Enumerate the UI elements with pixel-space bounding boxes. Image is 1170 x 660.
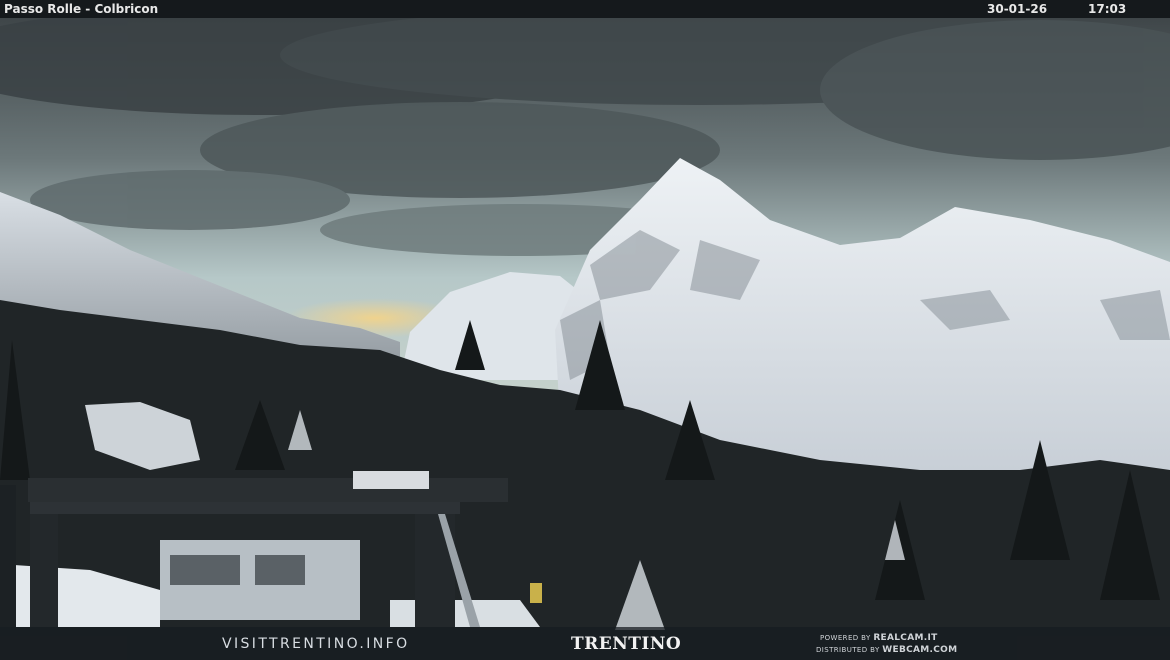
powered-by-credit: POWERED BY REALCAM.IT — [820, 633, 938, 643]
powered-by-label: POWERED BY — [820, 634, 871, 642]
distributed-by-credit: DISTRIBUTED BY WEBCAM.COM — [816, 645, 957, 655]
time-label: 17:03 — [1088, 2, 1127, 16]
date-label: 30-01-26 — [987, 2, 1048, 16]
camera-info-bar: Passo Rolle - Colbricon 30-01-26 17:03 — [0, 0, 1170, 18]
trentino-logo: TRENTINO — [571, 634, 682, 654]
visittrentino-link[interactable]: VISITTRENTINO.INFO — [222, 636, 410, 652]
webcam-scene — [0, 5, 1170, 630]
distributed-by-label: DISTRIBUTED BY — [816, 646, 880, 654]
distributor-name: WEBCAM.COM — [882, 645, 958, 655]
location-label: Passo Rolle - Colbricon — [4, 2, 159, 16]
realcam-name: REALCAM.IT — [873, 633, 938, 643]
